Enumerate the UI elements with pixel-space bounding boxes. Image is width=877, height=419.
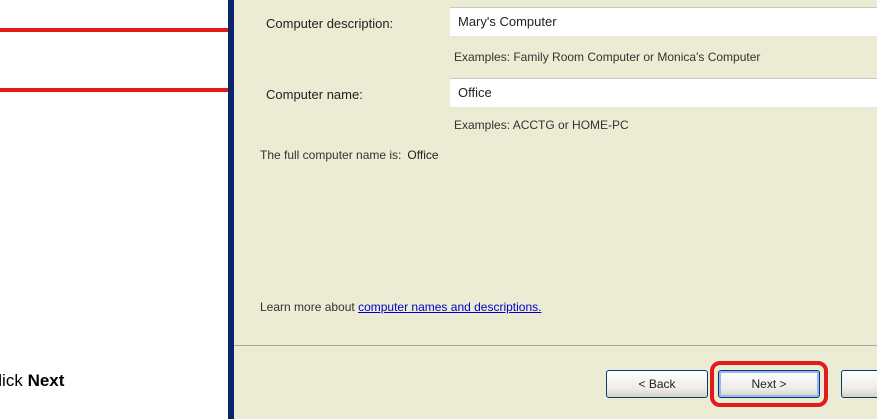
instruction-emphasis: Next — [27, 371, 65, 390]
wizard-window: Computer description: Mary's Computer Ex… — [228, 0, 877, 419]
wizard-panel: Computer description: Mary's Computer Ex… — [234, 0, 877, 419]
wizard-footer: < Back Next > — [234, 347, 877, 419]
cancel-button-partial[interactable] — [841, 370, 877, 398]
screenshot-stage: Click Next Computer description: Mary's … — [0, 0, 877, 419]
computer-name-label: Computer name: — [266, 87, 363, 102]
computer-name-hint: Examples: ACCTG or HOME-PC — [454, 118, 629, 132]
instruction-prefix: Click — [0, 371, 23, 390]
computer-description-value: Mary's Computer — [458, 14, 557, 29]
instruction-caption: Click Next — [0, 365, 220, 395]
computer-description-label: Computer description: — [266, 16, 394, 31]
computer-description-field[interactable]: Mary's Computer — [450, 7, 877, 37]
back-button[interactable]: < Back — [606, 370, 708, 398]
full-name-value: Office — [407, 148, 439, 162]
learn-more-prefix: Learn more about — [260, 300, 359, 314]
computer-description-hint: Examples: Family Room Computer or Monica… — [454, 50, 761, 64]
learn-more-link[interactable]: computer names and descriptions. — [358, 300, 541, 314]
computer-name-value: Office — [458, 85, 492, 100]
full-name-label: The full computer name is: — [260, 148, 402, 162]
computer-name-field[interactable]: Office — [450, 78, 877, 108]
next-button-highlight — [710, 361, 828, 407]
learn-more-line: Learn more about computer names and desc… — [260, 300, 542, 314]
full-computer-name: The full computer name is: Office — [260, 148, 439, 162]
